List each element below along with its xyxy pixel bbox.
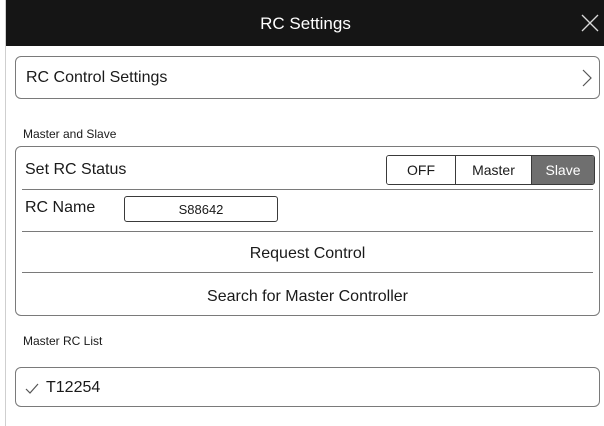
status-slave-button[interactable]: Slave	[531, 156, 594, 184]
window-title: RC Settings	[260, 14, 351, 33]
status-master-button[interactable]: Master	[455, 156, 531, 184]
status-off-button[interactable]: OFF	[387, 156, 455, 184]
master-rc-list-label: Master RC List	[23, 334, 103, 348]
rc-status-segmented-control: OFF Master Slave	[386, 155, 595, 185]
rc-control-settings-label: RC Control Settings	[26, 69, 168, 86]
search-master-row: Search for Master Controller	[22, 273, 593, 315]
master-rc-item-label: T12254	[46, 379, 101, 396]
request-control-row: Request Control	[22, 232, 593, 273]
master-slave-panel: Set RC Status OFF Master Slave RC Name R…	[15, 146, 600, 316]
rc-status-row: Set RC Status OFF Master Slave	[22, 147, 595, 190]
rc-name-label: RC Name	[25, 199, 96, 216]
rc-name-input[interactable]	[124, 196, 278, 222]
check-icon	[25, 382, 39, 394]
rc-status-label: Set RC Status	[25, 161, 127, 178]
close-icon[interactable]	[579, 12, 601, 34]
rc-name-row: RC Name	[22, 189, 593, 232]
search-master-controller-button[interactable]: Search for Master Controller	[22, 273, 593, 315]
master-rc-list-item[interactable]: T12254	[15, 367, 600, 407]
rc-settings-window: RC Settings RC Control Settings Master a…	[5, 0, 604, 426]
title-bar: RC Settings	[6, 0, 604, 46]
master-slave-section-label: Master and Slave	[23, 127, 117, 141]
request-control-button[interactable]: Request Control	[22, 232, 593, 272]
chevron-right-icon	[582, 69, 592, 87]
rc-control-settings-button[interactable]: RC Control Settings	[15, 56, 600, 99]
